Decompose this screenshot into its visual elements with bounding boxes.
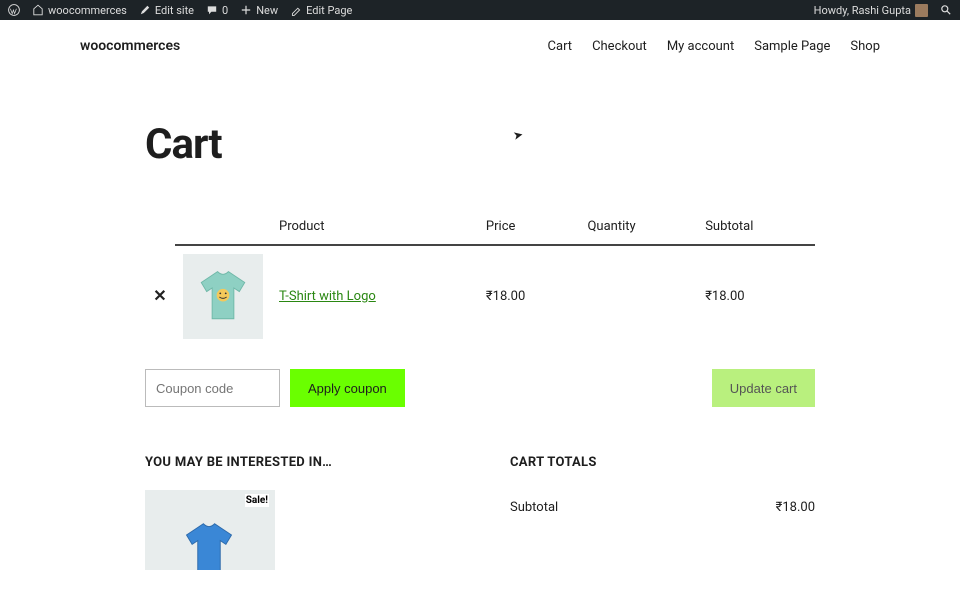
edit-page-text: Edit Page bbox=[306, 4, 352, 17]
edit-site-link[interactable]: Edit site bbox=[139, 4, 194, 17]
site-name-link[interactable]: woocommerces bbox=[32, 4, 127, 17]
wp-admin-bar: woocommerces Edit site 0 New Edit Page H… bbox=[0, 0, 960, 20]
search-icon[interactable] bbox=[940, 4, 952, 16]
avatar bbox=[915, 4, 928, 17]
cart-bottom-section: YOU MAY BE INTERESTED IN… Sale! CART TOT… bbox=[145, 455, 815, 570]
col-product: Product bbox=[271, 209, 478, 245]
tshirt-icon bbox=[179, 520, 239, 570]
site-header: woocommerces Cart Checkout My account Sa… bbox=[0, 20, 960, 54]
cart-totals: CART TOTALS Subtotal ₹18.00 bbox=[510, 455, 815, 570]
edit-page-link[interactable]: Edit Page bbox=[290, 4, 352, 17]
howdy-text: Howdy, Rashi Gupta bbox=[814, 4, 911, 17]
nav-checkout[interactable]: Checkout bbox=[592, 39, 647, 54]
table-row: ✕ T-Shirt with Logo ₹18.00 ₹18.00 bbox=[145, 245, 815, 347]
site-name-text: woocommerces bbox=[48, 4, 127, 17]
nav-shop[interactable]: Shop bbox=[850, 39, 880, 54]
col-remove bbox=[145, 209, 175, 245]
product-price: ₹18.00 bbox=[478, 245, 580, 347]
page-title: Cart bbox=[145, 120, 815, 169]
admin-bar-left: woocommerces Edit site 0 New Edit Page bbox=[8, 4, 352, 17]
update-cart-button[interactable]: Update cart bbox=[712, 369, 815, 407]
nav-my-account[interactable]: My account bbox=[667, 39, 734, 54]
cross-sells-heading: YOU MAY BE INTERESTED IN… bbox=[145, 455, 450, 470]
nav-sample-page[interactable]: Sample Page bbox=[754, 39, 830, 54]
apply-coupon-button[interactable]: Apply coupon bbox=[290, 369, 405, 407]
product-subtotal: ₹18.00 bbox=[697, 245, 815, 347]
howdy-user-link[interactable]: Howdy, Rashi Gupta bbox=[814, 4, 928, 17]
product-quantity bbox=[579, 245, 697, 347]
comments-link[interactable]: 0 bbox=[206, 4, 228, 17]
coupon-section: Apply coupon bbox=[145, 369, 405, 407]
new-content-link[interactable]: New bbox=[240, 4, 278, 17]
col-thumb bbox=[175, 209, 271, 245]
admin-bar-right: Howdy, Rashi Gupta bbox=[814, 4, 952, 17]
sale-badge: Sale! bbox=[245, 494, 269, 507]
product-thumbnail[interactable] bbox=[183, 254, 263, 339]
product-card[interactable]: Sale! bbox=[145, 490, 275, 570]
cross-sells: YOU MAY BE INTERESTED IN… Sale! bbox=[145, 455, 450, 570]
col-price: Price bbox=[478, 209, 580, 245]
edit-site-text: Edit site bbox=[155, 4, 194, 17]
subtotal-label: Subtotal bbox=[510, 500, 558, 515]
nav-cart[interactable]: Cart bbox=[548, 39, 573, 54]
new-text: New bbox=[256, 4, 278, 17]
subtotal-value: ₹18.00 bbox=[776, 500, 815, 515]
comments-count: 0 bbox=[222, 4, 228, 17]
wp-logo-icon[interactable] bbox=[8, 4, 20, 16]
coupon-input[interactable] bbox=[145, 369, 280, 407]
product-name-link[interactable]: T-Shirt with Logo bbox=[279, 289, 376, 304]
col-quantity: Quantity bbox=[579, 209, 697, 245]
cart-totals-heading: CART TOTALS bbox=[510, 455, 815, 470]
col-subtotal: Subtotal bbox=[697, 209, 815, 245]
primary-nav: Cart Checkout My account Sample Page Sho… bbox=[548, 39, 880, 54]
site-title[interactable]: woocommerces bbox=[80, 38, 180, 54]
tshirt-icon bbox=[194, 268, 252, 326]
totals-subtotal-row: Subtotal ₹18.00 bbox=[510, 490, 815, 525]
cart-actions: Apply coupon Update cart bbox=[145, 369, 815, 407]
remove-item-button[interactable]: ✕ bbox=[153, 288, 166, 304]
cart-table: Product Price Quantity Subtotal ✕ bbox=[145, 209, 815, 347]
main-content: Cart Product Price Quantity Subtotal ✕ bbox=[0, 120, 960, 610]
